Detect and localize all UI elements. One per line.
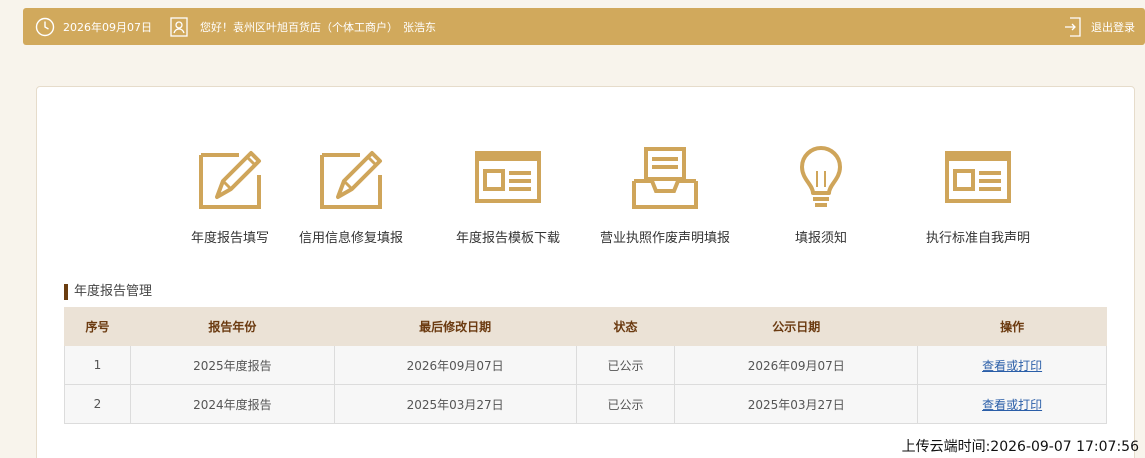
- menu-item-standard-declaration[interactable]: 执行标准自我声明: [903, 145, 1053, 246]
- lightbulb-icon: [800, 146, 842, 207]
- logout-button[interactable]: 退出登录: [1091, 8, 1135, 45]
- menu-item-license-void[interactable]: 营业执照作废声明填报: [590, 145, 740, 246]
- annual-report-table: 序号 报告年份 最后修改日期 状态 公示日期 操作 1 2025年度报告 202…: [64, 307, 1107, 424]
- edit-icon: [199, 151, 261, 209]
- cell-report-year: 2024年度报告: [129, 384, 335, 424]
- inbox-tray-icon: [632, 147, 698, 209]
- function-menu: 年度报告填写 信用信息修复填报 年度报告模板下载 营业执照作废声明填报 填报须知…: [37, 145, 1134, 255]
- view-print-link[interactable]: 查看或打印: [982, 398, 1042, 412]
- cell-modified-date: 2025年03月27日: [333, 384, 577, 424]
- cell-index: 1: [64, 345, 131, 385]
- cell-publish-date: 2025年03月27日: [674, 384, 919, 424]
- edit-icon: [320, 151, 382, 209]
- user-icon: [170, 8, 188, 45]
- main-card: 年度报告填写 信用信息修复填报 年度报告模板下载 营业执照作废声明填报 填报须知…: [36, 86, 1135, 458]
- column-header: 报告年份: [129, 307, 335, 346]
- cell-report-year: 2025年度报告: [129, 345, 335, 385]
- clock-icon: [35, 8, 55, 45]
- menu-label: 信用信息修复填报: [298, 231, 403, 246]
- view-print-link[interactable]: 查看或打印: [982, 359, 1042, 373]
- table-header-row: 序号 报告年份 最后修改日期 状态 公示日期 操作: [64, 307, 1107, 346]
- column-header: 状态: [575, 307, 676, 346]
- top-bar: 2026年09月07日 您好！袁州区叶旭百货店（个体工商户） 张浩东 退出登录: [23, 8, 1145, 45]
- cell-action: 查看或打印: [917, 345, 1107, 385]
- column-header: 操作: [917, 307, 1107, 346]
- cell-publish-date: 2026年09月07日: [674, 345, 919, 385]
- cell-modified-date: 2026年09月07日: [333, 345, 577, 385]
- document-panel-icon: [475, 151, 541, 203]
- column-header: 最后修改日期: [333, 307, 577, 346]
- logout-icon[interactable]: [1064, 8, 1082, 45]
- user-name: 张浩东: [403, 20, 436, 34]
- column-header: 公示日期: [674, 307, 919, 346]
- menu-item-instructions[interactable]: 填报须知: [746, 145, 896, 246]
- menu-label: 年度报告模板下载: [455, 231, 560, 246]
- cell-action: 查看或打印: [917, 384, 1107, 424]
- section-title: 年度报告管理: [64, 284, 152, 300]
- document-panel-icon: [945, 151, 1011, 203]
- menu-label: 营业执照作废声明填报: [599, 231, 730, 246]
- cell-index: 2: [64, 384, 131, 424]
- column-header: 序号: [64, 307, 131, 346]
- menu-item-template-download[interactable]: 年度报告模板下载: [433, 145, 583, 246]
- menu-label: 执行标准自我声明: [925, 231, 1030, 246]
- menu-item-credit-repair[interactable]: 信用信息修复填报: [276, 145, 426, 246]
- menu-label: 填报须知: [794, 231, 847, 246]
- upload-time: 上传云端时间:2026-09-07 17:07:56: [901, 439, 1139, 455]
- cell-status: 已公示: [575, 345, 676, 385]
- greeting-text: 您好！袁州区叶旭百货店（个体工商户）: [200, 20, 398, 34]
- current-date: 2026年09月07日: [63, 20, 152, 34]
- table-row: 1 2025年度报告 2026年09月07日 已公示 2026年09月07日 查…: [64, 345, 1107, 385]
- cell-status: 已公示: [575, 384, 676, 424]
- table-row: 2 2024年度报告 2025年03月27日 已公示 2025年03月27日 查…: [64, 384, 1107, 424]
